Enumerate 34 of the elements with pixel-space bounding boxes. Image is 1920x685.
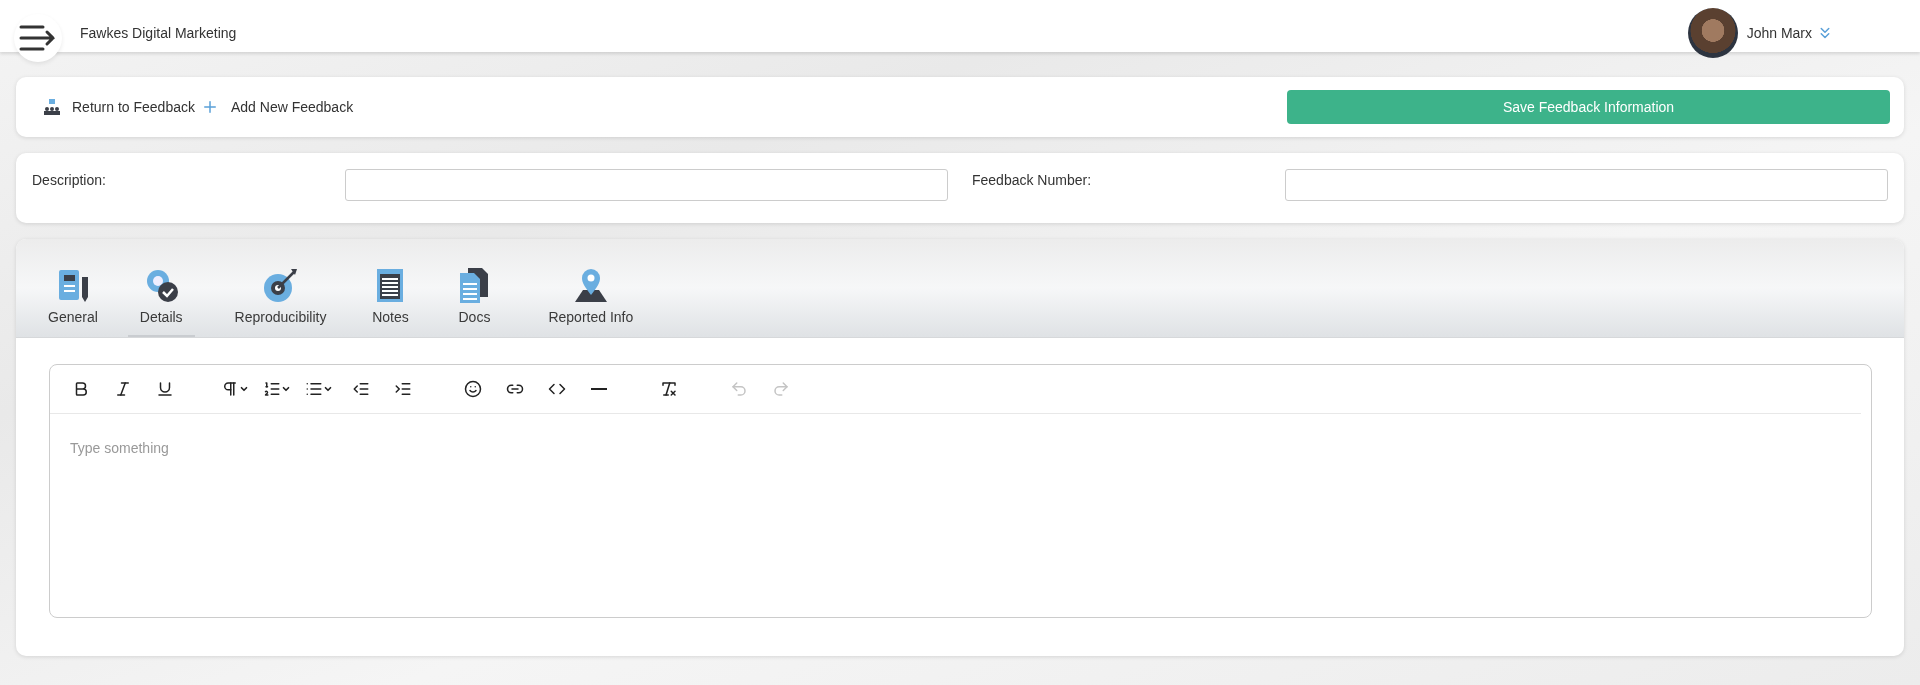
tab[interactable]: Reported Info: [536, 265, 646, 337]
undo-icon: [730, 380, 748, 398]
redo-icon: [772, 380, 790, 398]
tab[interactable]: Details: [127, 265, 195, 337]
tab[interactable]: General: [36, 265, 110, 337]
caret-icon: [323, 384, 333, 394]
org-chart-icon: [44, 99, 60, 115]
avatar-photo[interactable]: [1687, 8, 1738, 58]
emoji-icon: [464, 380, 482, 398]
input-field[interactable]: [345, 169, 948, 201]
paragraph-icon: [221, 380, 239, 398]
italic-icon: [114, 380, 132, 398]
field-label: Description:: [32, 171, 107, 188]
ordered-icon: [263, 380, 281, 398]
tab[interactable]: Reproducibility: [222, 265, 339, 337]
underline-icon: [156, 380, 174, 398]
menu-button[interactable]: [14, 14, 62, 62]
bullet-icon: [305, 380, 323, 398]
menu-icon: [19, 25, 57, 51]
tab[interactable]: Docs: [442, 265, 507, 337]
outdent-icon: [352, 380, 370, 398]
tab[interactable]: Notes: [358, 265, 423, 337]
clear-icon: [660, 380, 678, 398]
caret-icon: [239, 384, 249, 394]
input-field[interactable]: [1285, 169, 1888, 201]
return-link[interactable]: Return to Feedback: [44, 99, 195, 115]
indent-icon: [394, 380, 412, 398]
caret-icon: [281, 384, 291, 394]
user-name: John Marx: [1746, 24, 1812, 41]
add-feedback-link[interactable]: Add New Feedback: [200, 98, 354, 116]
rule-icon: [591, 388, 607, 390]
company-name: Fawkes Digital Marketing: [80, 24, 237, 41]
field-label: Feedback Number:: [971, 171, 1093, 188]
editor-placeholder: Type something: [69, 439, 170, 456]
